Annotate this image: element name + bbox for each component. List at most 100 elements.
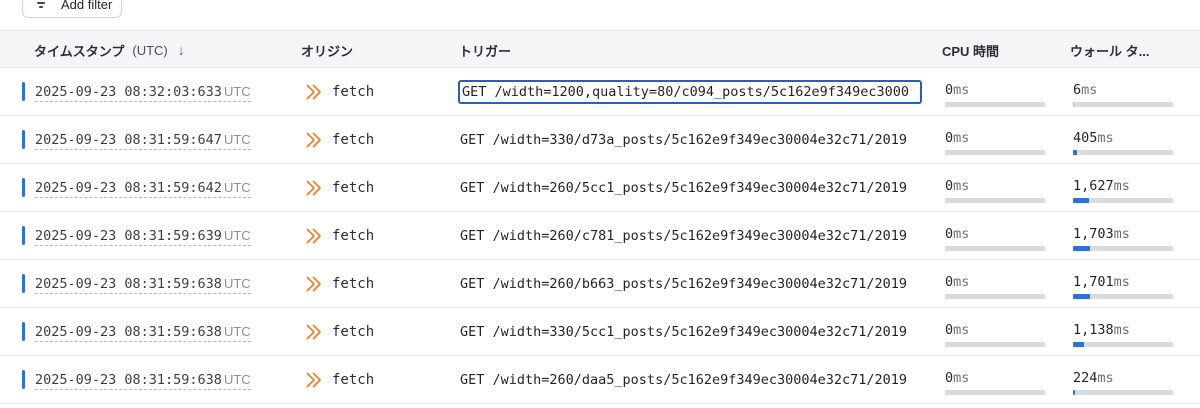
table-row[interactable]: 2025-09-23 08:31:59:638 UTC fetch GET /wi… [0, 260, 1200, 308]
wall-time-number: 1,701 [1073, 274, 1114, 290]
table-row[interactable]: 2025-09-23 08:31:59:638 UTC fetch GET /wi… [0, 308, 1200, 356]
add-filter-label: Add filter [61, 0, 113, 12]
wall-time-value: 224ms [1073, 370, 1114, 386]
fetch-chevron-icon [306, 372, 321, 388]
wall-time-number: 1,138 [1073, 322, 1114, 338]
origin-value: fetch [332, 228, 375, 244]
fetch-chevron-icon [306, 228, 321, 244]
timestamp-cell[interactable]: 2025-09-23 08:31:59:638 UTC [35, 323, 251, 342]
wall-time-bar [1073, 294, 1173, 299]
timestamp-utc-suffix: UTC [223, 228, 251, 243]
origin-value: fetch [332, 372, 375, 388]
trigger-cell[interactable]: GET /width=260/c781_posts/5c162e9f349ec3… [458, 224, 922, 248]
timestamp-cell[interactable]: 2025-09-23 08:31:59:647 UTC [35, 131, 251, 150]
fetch-chevron-icon [306, 276, 321, 292]
wall-time-bar [1073, 198, 1173, 203]
trigger-cell[interactable]: GET /width=260/daa5_posts/5c162e9f349ec3… [458, 368, 922, 392]
wall-time-number: 1,703 [1073, 226, 1114, 242]
add-filter-button[interactable]: Add filter [22, 0, 122, 18]
column-header-origin-label: オリジン [301, 43, 354, 59]
row-status-marker [22, 130, 25, 149]
table-row[interactable]: 2025-09-23 08:32:03:633 UTC fetch GET /wi… [0, 68, 1200, 116]
cpu-time-number: 0 [945, 82, 954, 98]
cpu-time-value: 0ms [945, 130, 969, 146]
fetch-chevron-icon [306, 324, 321, 340]
fetch-chevron-icon [306, 132, 321, 148]
column-header-trigger[interactable]: トリガー [459, 31, 511, 69]
timestamp-utc-suffix: UTC [223, 372, 251, 387]
trigger-cell[interactable]: GET /width=1200,quality=80/c094_posts/5c… [458, 80, 922, 104]
column-header-trigger-label: トリガー [459, 43, 512, 59]
timestamp-utc-suffix: UTC [223, 84, 251, 99]
origin-cell: fetch [304, 322, 374, 342]
column-header-timestamp[interactable]: タイムスタンプ (UTC) ↓ [34, 31, 185, 69]
timestamp-cell[interactable]: 2025-09-23 08:31:59:642 UTC [35, 179, 251, 198]
wall-time-value: 1,701ms [1073, 274, 1130, 290]
trigger-cell[interactable]: GET /width=330/d73a_posts/5c162e9f349ec3… [458, 128, 922, 152]
cpu-time-value: 0ms [945, 274, 969, 290]
column-header-origin[interactable]: オリジン [301, 31, 353, 69]
timestamp-value: 2025-09-23 08:32:03:633 [35, 84, 222, 100]
timestamp-value: 2025-09-23 08:31:59:639 [35, 228, 222, 244]
table-row[interactable]: 2025-09-23 08:31:59:638 UTC fetch GET /wi… [0, 356, 1200, 404]
wall-time-bar [1073, 390, 1173, 395]
timestamp-utc-suffix: UTC [223, 132, 251, 147]
wall-time-bar [1073, 150, 1173, 155]
origin-value: fetch [332, 180, 375, 196]
trigger-cell[interactable]: GET /width=330/5cc1_posts/5c162e9f349ec3… [458, 320, 922, 344]
wall-time-bar-fill [1073, 246, 1090, 251]
timestamp-cell[interactable]: 2025-09-23 08:31:59:639 UTC [35, 227, 251, 246]
cpu-time-number: 0 [945, 130, 954, 146]
origin-value: fetch [332, 324, 375, 340]
cpu-time-value: 0ms [945, 322, 969, 338]
table-row[interactable]: 2025-09-23 08:31:59:647 UTC fetch GET /wi… [0, 116, 1200, 164]
cpu-time-number: 0 [945, 274, 954, 290]
timestamp-utc-suffix: UTC [223, 276, 251, 291]
origin-cell: fetch [304, 274, 374, 294]
origin-value: fetch [332, 132, 375, 148]
cpu-time-unit: ms [953, 130, 970, 146]
wall-time-unit: ms [1097, 130, 1114, 146]
wall-time-value: 1,703ms [1073, 226, 1130, 242]
table-row[interactable]: 2025-09-23 08:31:59:642 UTC fetch GET /wi… [0, 164, 1200, 212]
row-status-marker [22, 178, 25, 197]
wall-time-bar-fill [1073, 342, 1084, 347]
column-header-timestamp-label: タイムスタンプ [34, 43, 125, 59]
column-header-cpu-time[interactable]: CPU 時間 [942, 31, 999, 69]
row-status-marker [22, 226, 25, 245]
cpu-time-number: 0 [945, 226, 954, 242]
wall-time-unit: ms [1113, 274, 1130, 290]
wall-time-bar [1073, 246, 1173, 251]
table-row[interactable]: 2025-09-23 08:31:59:639 UTC fetch GET /wi… [0, 212, 1200, 260]
timestamp-cell[interactable]: 2025-09-23 08:31:59:638 UTC [35, 371, 251, 390]
cpu-time-unit: ms [953, 226, 970, 242]
wall-time-value: 6ms [1073, 82, 1097, 98]
row-status-marker [22, 274, 25, 293]
column-header-wall-time[interactable]: ウォール タ... [1070, 31, 1149, 69]
wall-time-bar [1073, 102, 1173, 107]
cpu-time-value: 0ms [945, 226, 969, 242]
column-header-timestamp-tz: (UTC) [132, 42, 168, 58]
timestamp-value: 2025-09-23 08:31:59:638 [35, 372, 222, 388]
arrow-down-icon[interactable]: ↓ [178, 42, 185, 58]
cpu-time-bar [945, 390, 1045, 395]
timestamp-cell[interactable]: 2025-09-23 08:32:03:633 UTC [35, 83, 251, 102]
timestamp-value: 2025-09-23 08:31:59:647 [35, 132, 222, 148]
trigger-cell[interactable]: GET /width=260/5cc1_posts/5c162e9f349ec3… [458, 176, 922, 200]
wall-time-value: 1,138ms [1073, 322, 1130, 338]
wall-time-value: 1,627ms [1073, 178, 1130, 194]
cpu-time-bar [945, 198, 1045, 203]
origin-cell: fetch [304, 370, 374, 390]
wall-time-bar-fill [1073, 294, 1090, 299]
wall-time-value: 405ms [1073, 130, 1114, 146]
origin-cell: fetch [304, 130, 374, 150]
wall-time-unit: ms [1113, 178, 1130, 194]
wall-time-number: 1,627 [1073, 178, 1114, 194]
timestamp-cell[interactable]: 2025-09-23 08:31:59:638 UTC [35, 275, 251, 294]
table-header: タイムスタンプ (UTC) ↓ オリジン トリガー CPU 時間 ウォール タ.… [0, 30, 1200, 68]
row-status-marker [22, 82, 25, 101]
cpu-time-number: 0 [945, 322, 954, 338]
trigger-cell[interactable]: GET /width=260/b663_posts/5c162e9f349ec3… [458, 272, 922, 296]
wall-time-number: 224 [1073, 370, 1098, 386]
wall-time-unit: ms [1113, 226, 1130, 242]
